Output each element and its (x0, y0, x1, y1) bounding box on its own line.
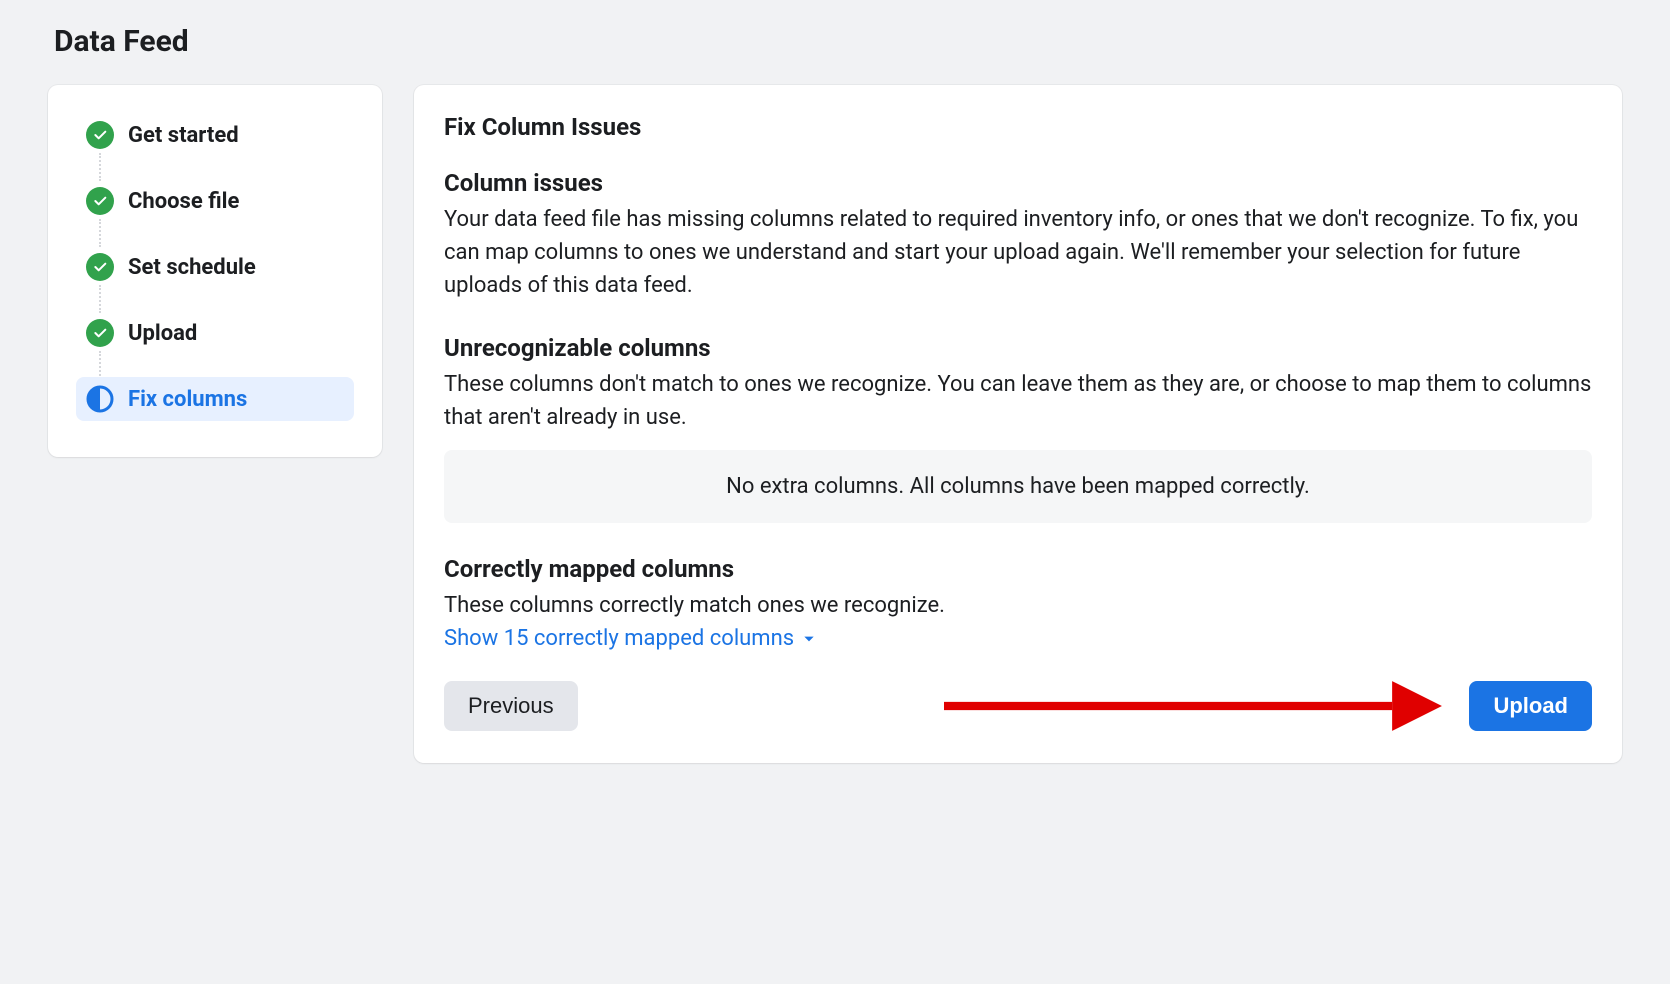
step-label: Upload (128, 321, 197, 346)
check-circle-icon (86, 253, 114, 281)
step-label: Fix columns (128, 387, 247, 412)
step-fix-columns[interactable]: Fix columns (76, 377, 354, 421)
section-body: These columns correctly match ones we re… (444, 589, 1592, 622)
steps-sidebar: Get started Choose file Set sche (48, 85, 382, 457)
no-extra-columns-notice: No extra columns. All columns have been … (444, 450, 1592, 523)
step-label: Get started (128, 123, 239, 148)
step-upload[interactable]: Upload (76, 311, 354, 355)
check-circle-icon (86, 121, 114, 149)
section-body: These columns don't match to ones we rec… (444, 368, 1592, 434)
section-unrecognizable-columns: Unrecognizable columns These columns don… (444, 334, 1592, 523)
step-get-started[interactable]: Get started (76, 113, 354, 157)
upload-button[interactable]: Upload (1469, 681, 1592, 731)
page-title: Data Feed (54, 24, 1622, 59)
show-link-label: Show 15 correctly mapped columns (444, 626, 794, 651)
annotation-arrow-icon (944, 673, 1442, 739)
section-correctly-mapped: Correctly mapped columns These columns c… (444, 555, 1592, 651)
caret-down-icon (802, 632, 816, 646)
step-label: Choose file (128, 189, 239, 214)
previous-button[interactable]: Previous (444, 681, 578, 731)
section-heading: Correctly mapped columns (444, 555, 1592, 583)
section-heading: Unrecognizable columns (444, 334, 1592, 362)
step-choose-file[interactable]: Choose file (76, 179, 354, 223)
button-row: Previous Upload (444, 681, 1592, 731)
half-circle-icon (86, 385, 114, 413)
show-mapped-columns-link[interactable]: Show 15 correctly mapped columns (444, 626, 816, 651)
main-panel: Fix Column Issues Column issues Your dat… (414, 85, 1622, 763)
step-set-schedule[interactable]: Set schedule (76, 245, 354, 289)
check-circle-icon (86, 187, 114, 215)
step-label: Set schedule (128, 255, 256, 280)
check-circle-icon (86, 319, 114, 347)
section-heading: Column issues (444, 169, 1592, 197)
section-column-issues: Column issues Your data feed file has mi… (444, 169, 1592, 302)
panel-title: Fix Column Issues (444, 113, 1592, 141)
section-body: Your data feed file has missing columns … (444, 203, 1592, 302)
